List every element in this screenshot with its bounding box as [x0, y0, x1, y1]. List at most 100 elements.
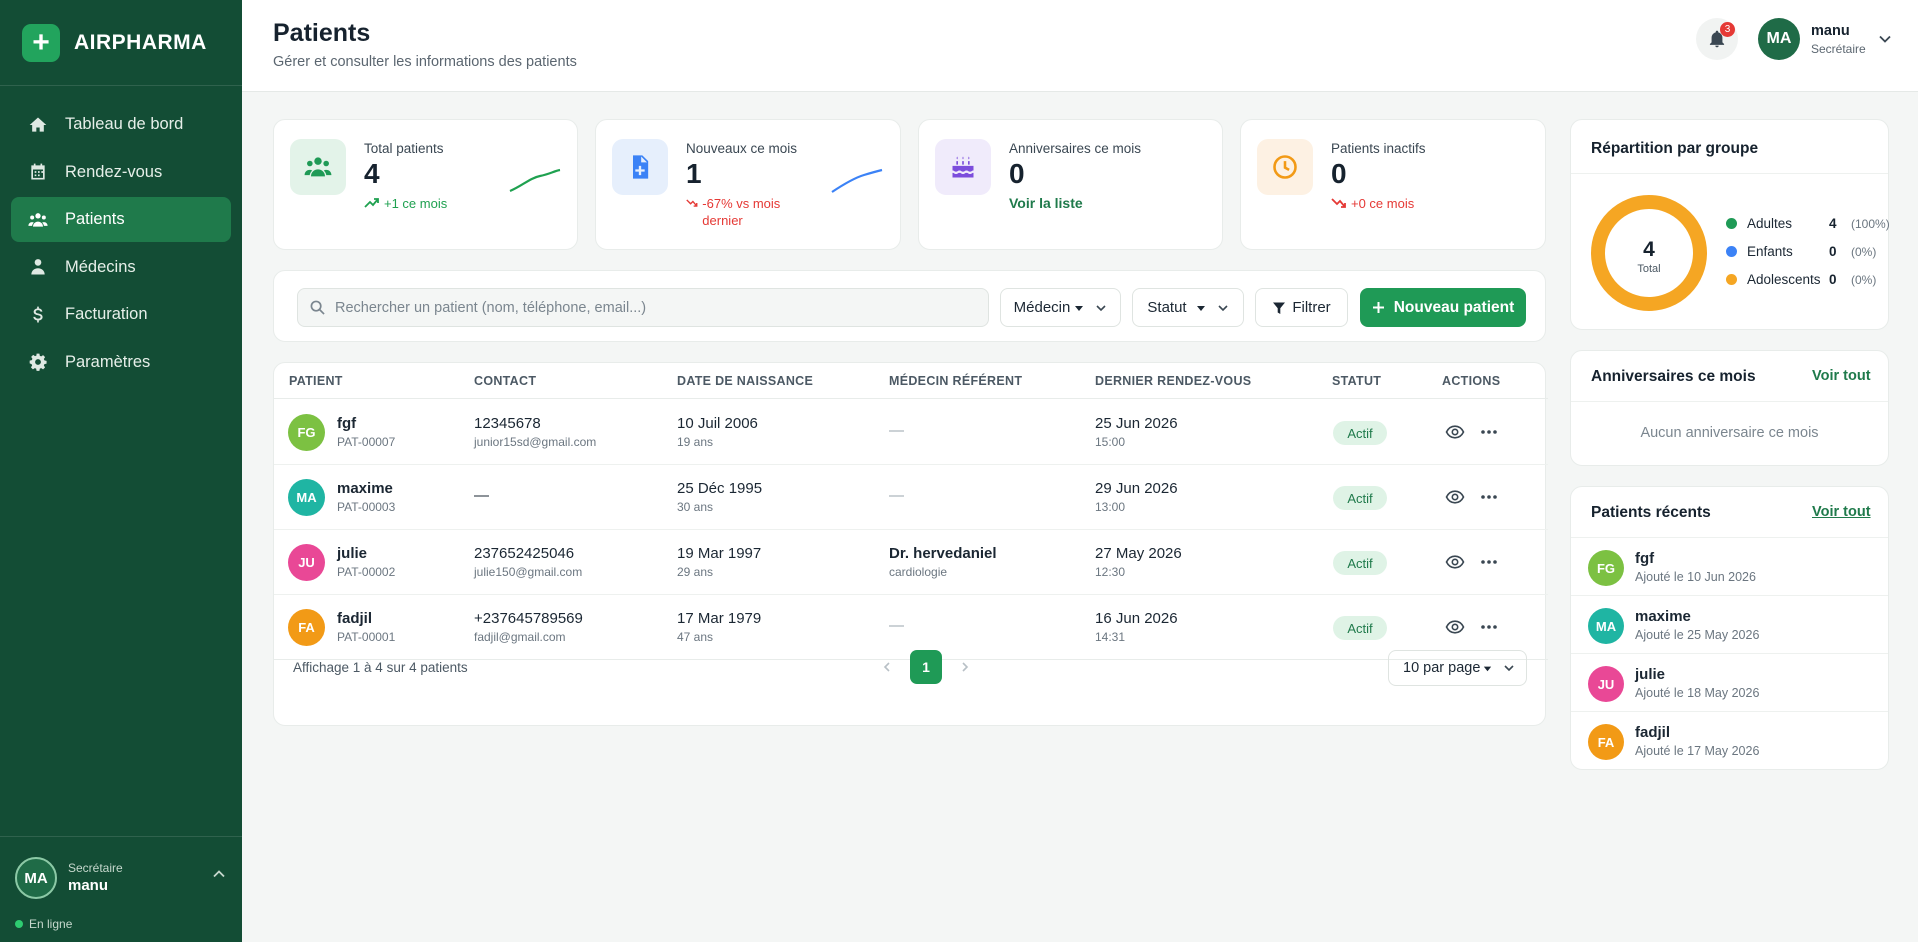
distribution-panel: Répartition par groupe 4 Total Adultes 4… — [1570, 119, 1890, 330]
list-item[interactable]: FG fgf Ajouté le 10 Jun 2026 — [1571, 537, 1888, 595]
more-actions-button[interactable] — [1478, 486, 1500, 508]
doctor-filter-label: Médecin — [1013, 299, 1071, 316]
next-page-button[interactable] — [949, 650, 981, 684]
list-item[interactable]: FA fadjil Ajouté le 17 May 2026 — [1571, 711, 1888, 769]
patient-email: junior15sd@gmail.com — [474, 435, 597, 449]
recent-patient-name: fgf — [1635, 550, 1655, 567]
last-appointment-time: 12:30 — [1095, 565, 1126, 579]
brand[interactable]: + AIRPHARMA — [0, 0, 242, 86]
legend-name: Adultes — [1747, 216, 1793, 231]
user-name: manu — [68, 877, 109, 894]
patients-table: PATIENT CONTACT DATE DE NAISSANCE MÉDECI… — [273, 362, 1548, 726]
status-filter-label: Statut — [1147, 299, 1187, 316]
patient-name[interactable]: julie — [337, 545, 367, 562]
table-row[interactable]: MA maxime PAT-00003 — 25 Déc 1995 30 ans… — [274, 465, 1548, 530]
status-dot-icon — [15, 920, 23, 928]
birth-date: 10 Juil 2006 — [677, 415, 758, 432]
last-appointment-date: 29 Jun 2026 — [1095, 480, 1178, 497]
column-header-patient[interactable]: PATIENT — [289, 374, 343, 388]
stat-card-birthdays: Anniversaires ce mois 0 Voir la liste — [918, 119, 1223, 250]
sidebar-item-label: Tableau de bord — [65, 115, 184, 133]
view-list-link[interactable]: Voir la liste — [1009, 195, 1083, 212]
sidebar-nav: Tableau de bord Rendez-vous Patients Méd… — [0, 86, 242, 385]
more-actions-button[interactable] — [1478, 551, 1500, 573]
patient-name[interactable]: fgf — [337, 415, 356, 432]
table-row[interactable]: FG fgf PAT-00007 12345678 junior15sd@gma… — [274, 400, 1548, 465]
chevron-down-icon — [1096, 304, 1106, 311]
per-page-select[interactable]: 10 par page — [1388, 650, 1527, 686]
legend-value: 0 — [1829, 244, 1837, 259]
column-header-birthdate[interactable]: DATE DE NAISSANCE — [677, 374, 813, 388]
view-button[interactable] — [1444, 551, 1466, 573]
eye-icon — [1445, 555, 1465, 569]
recent-patient-name: julie — [1635, 666, 1666, 683]
legend-dot-icon — [1726, 218, 1737, 229]
page-button-current[interactable]: 1 — [910, 650, 942, 684]
stat-delta: +1 ce mois — [364, 195, 447, 212]
birthdays-view-all-link[interactable]: Voir tout — [1812, 368, 1871, 384]
chevron-up-icon[interactable] — [212, 867, 226, 881]
sidebar-item-dashboard[interactable]: Tableau de bord — [11, 102, 231, 147]
stat-delta-text: +1 ce mois — [384, 196, 448, 211]
notifications-button[interactable]: 3 — [1696, 18, 1738, 60]
patient-name[interactable]: fadjil — [337, 610, 372, 627]
search-box[interactable] — [297, 288, 989, 327]
sidebar-item-doctors[interactable]: Médecins — [11, 245, 231, 290]
sidebar-user-card[interactable]: MA Secrétaire manu En ligne — [0, 836, 242, 942]
stat-card-inactive-patients: Patients inactifs 0 +0 ce mois — [1240, 119, 1546, 250]
list-item[interactable]: JU julie Ajouté le 18 May 2026 — [1571, 653, 1888, 711]
status-filter-select[interactable]: Statut — [1132, 288, 1244, 327]
avatar: FG — [1588, 550, 1624, 586]
view-button[interactable] — [1444, 486, 1466, 508]
doctor-specialty: cardiologie — [889, 565, 948, 579]
patient-name[interactable]: maxime — [337, 480, 393, 497]
legend-name: Enfants — [1747, 244, 1793, 259]
table-row[interactable]: JU julie PAT-00002 237652425046 julie150… — [274, 530, 1548, 595]
patient-age: 29 ans — [677, 565, 714, 579]
header-user-name[interactable]: manu — [1811, 23, 1850, 39]
sidebar-item-billing[interactable]: Facturation — [11, 292, 231, 337]
chevron-down-icon[interactable] — [1878, 32, 1892, 46]
caret-down-icon — [1196, 305, 1205, 311]
chevron-down-icon — [1218, 304, 1228, 311]
more-actions-button[interactable] — [1478, 421, 1500, 443]
more-horizontal-icon — [1481, 495, 1497, 499]
search-icon — [310, 300, 325, 315]
header-avatar[interactable]: MA — [1758, 18, 1800, 60]
doctor-filter-select[interactable]: Médecin — [1000, 288, 1121, 327]
column-header-status[interactable]: STATUT — [1332, 374, 1381, 388]
legend-item-children: Enfants 0 (0%) — [1726, 244, 1876, 259]
legend-dot-icon — [1726, 246, 1737, 257]
file-plus-icon — [612, 139, 668, 195]
legend-percent: (0%) — [1851, 244, 1877, 259]
filter-button[interactable]: Filtrer — [1255, 288, 1348, 327]
search-input[interactable] — [335, 299, 975, 316]
column-header-doctor[interactable]: MÉDECIN RÉFÉRENT — [889, 374, 1022, 388]
stat-value: 0 — [1331, 158, 1347, 189]
users-icon — [290, 139, 346, 195]
column-header-last-appointment[interactable]: DERNIER RENDEZ-VOUS — [1095, 374, 1251, 388]
recent-view-all-link[interactable]: Voir tout — [1812, 504, 1871, 520]
table-header: PATIENT CONTACT DATE DE NAISSANCE MÉDECI… — [274, 363, 1548, 399]
referring-doctor[interactable]: Dr. hervedaniel — [889, 545, 997, 562]
distribution-title: Répartition par groupe — [1591, 140, 1759, 157]
prev-page-button[interactable] — [871, 650, 903, 684]
sidebar-item-label: Paramètres — [65, 352, 151, 371]
sidebar-item-settings[interactable]: Paramètres — [11, 340, 231, 385]
filter-button-label: Filtrer — [1292, 299, 1331, 316]
recent-patient-name: fadjil — [1635, 724, 1671, 741]
sidebar-item-patients[interactable]: Patients — [11, 197, 231, 242]
referring-doctor: — — [889, 617, 904, 634]
view-button[interactable] — [1444, 421, 1466, 443]
stat-value: 1 — [686, 158, 702, 189]
brand-name: AIRPHARMA — [74, 30, 207, 54]
patient-phone: 12345678 — [474, 415, 541, 432]
patient-phone: +237645789569 — [474, 610, 583, 627]
header-user-role: Secrétaire — [1811, 42, 1866, 56]
avatar: FA — [1588, 724, 1624, 760]
list-item[interactable]: MA maxime Ajouté le 25 May 2026 — [1571, 595, 1888, 653]
recent-patient-date: Ajouté le 25 May 2026 — [1635, 628, 1760, 642]
new-patient-button[interactable]: Nouveau patient — [1360, 288, 1526, 327]
sidebar-item-appointments[interactable]: Rendez-vous — [11, 150, 231, 195]
column-header-contact[interactable]: CONTACT — [474, 374, 536, 388]
